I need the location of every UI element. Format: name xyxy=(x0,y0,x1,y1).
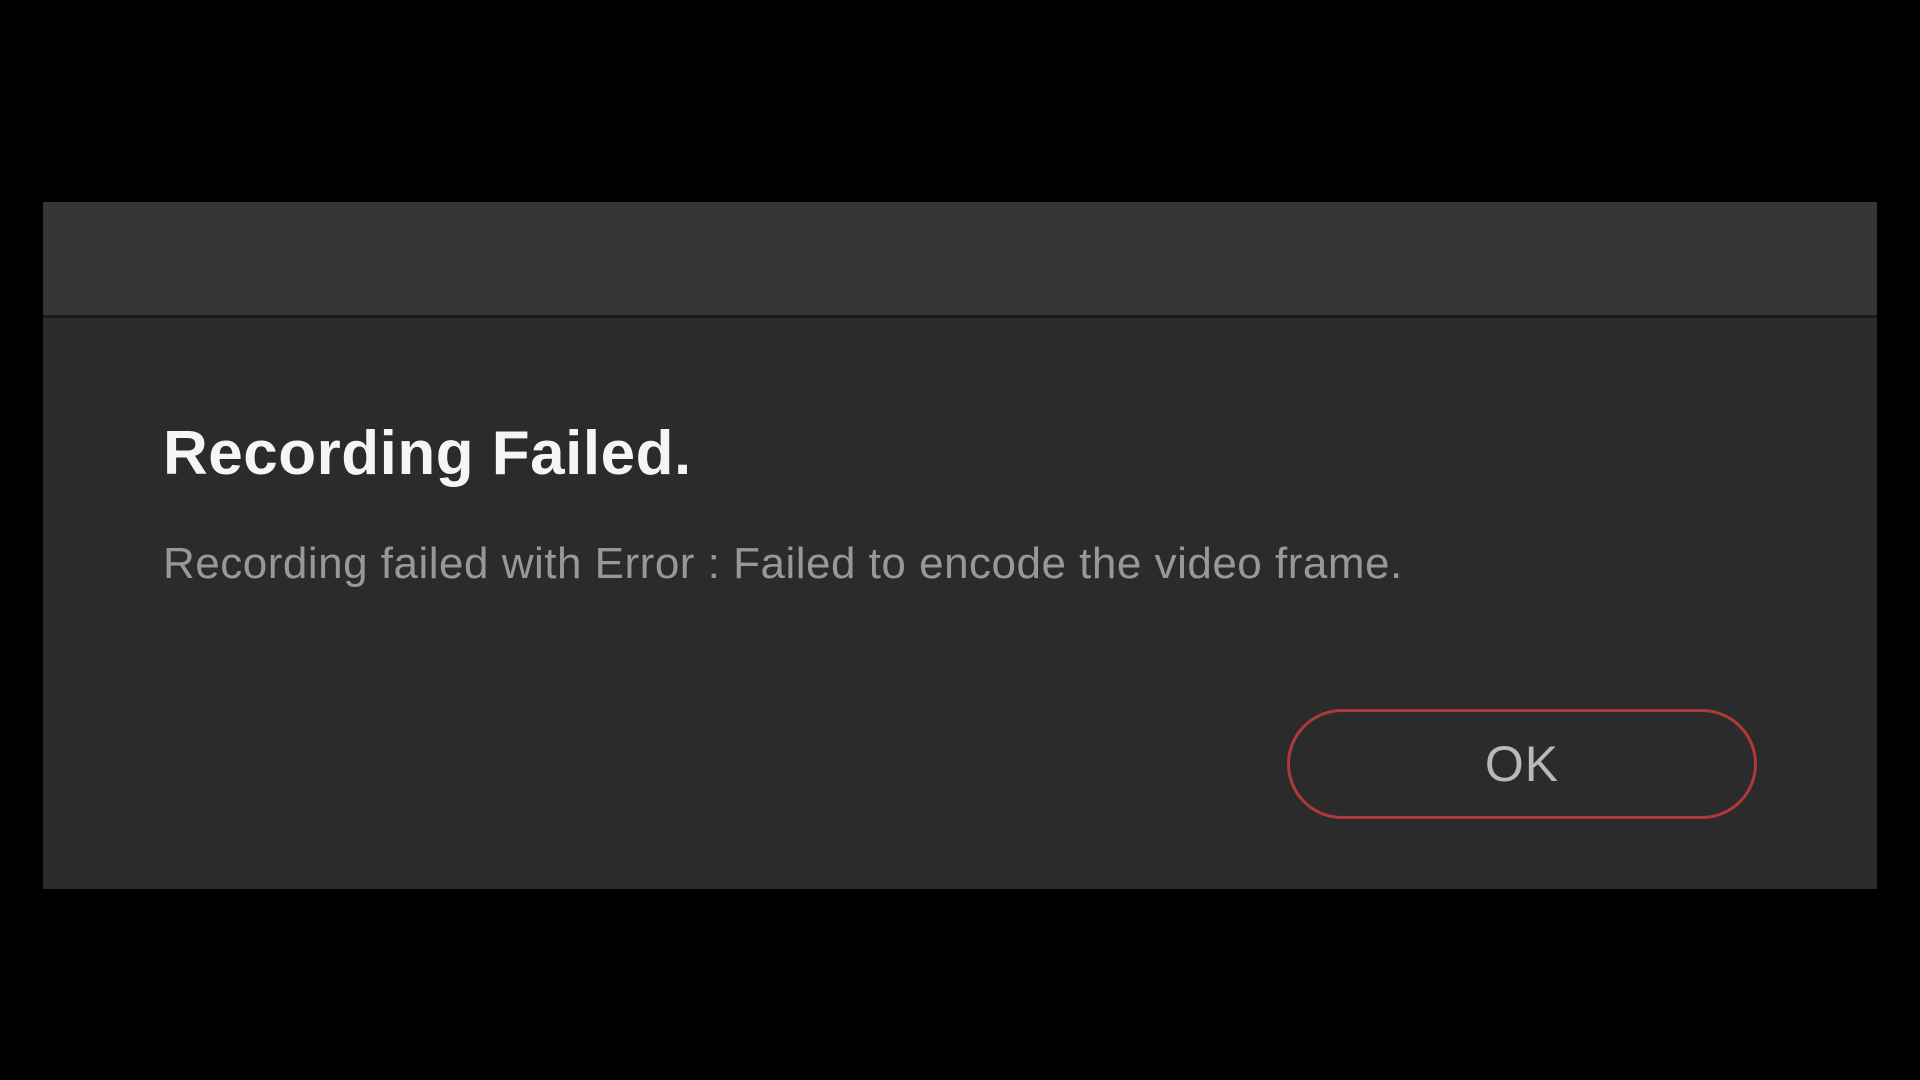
error-dialog: Recording Failed. Recording failed with … xyxy=(43,202,1877,889)
dialog-heading: Recording Failed. xyxy=(163,418,1757,489)
dialog-body: Recording Failed. Recording failed with … xyxy=(43,318,1877,889)
dialog-titlebar xyxy=(43,202,1877,318)
ok-button[interactable]: OK xyxy=(1287,709,1757,819)
dialog-message: Recording failed with Error : Failed to … xyxy=(163,539,1757,589)
dialog-actions: OK xyxy=(163,709,1757,819)
